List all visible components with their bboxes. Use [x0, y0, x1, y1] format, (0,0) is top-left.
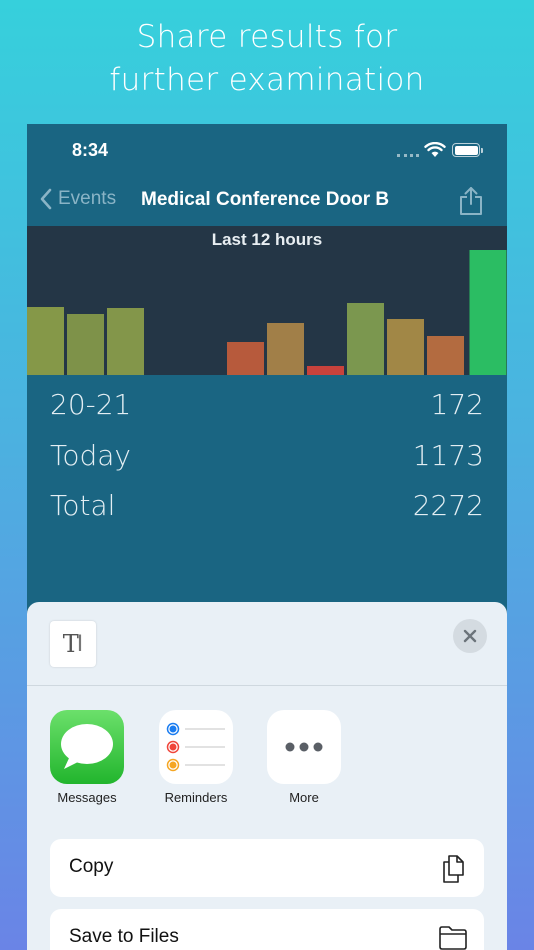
copy-icon	[443, 855, 464, 883]
promo-headline: Share results for further examination	[0, 16, 534, 102]
phone-screen: 8:34 Events Medical Conference Door B La…	[27, 124, 507, 950]
navigation-bar: Events Medical Conference Door B	[27, 176, 507, 226]
page-title: Medical Conference Door B	[141, 189, 390, 210]
back-button[interactable]: Events	[40, 188, 116, 210]
share-sheet: TI Messages Reminders More Copy Save to …	[27, 602, 507, 950]
app-label: More	[289, 790, 319, 805]
chart-bar	[267, 323, 304, 375]
stat-label: Today	[50, 438, 131, 472]
chart-bar	[67, 314, 104, 375]
share-sheet-header: TI	[27, 602, 507, 686]
chart-bar	[307, 366, 344, 375]
back-label: Events	[58, 188, 117, 209]
share-app-more[interactable]: More	[254, 710, 354, 805]
action-label: Copy	[69, 856, 114, 877]
reminders-icon	[159, 710, 233, 784]
status-bar: 8:34	[27, 124, 507, 176]
promo-line-2: further examination	[109, 62, 425, 98]
text-document-icon: TI	[50, 621, 96, 667]
app-label: Reminders	[164, 790, 228, 805]
share-icon[interactable]	[458, 186, 484, 216]
stat-row-today: Today 1173	[50, 433, 484, 477]
share-app-messages[interactable]: Messages	[37, 710, 137, 805]
stat-value: 1173	[412, 438, 484, 472]
stat-value: 2272	[412, 488, 484, 522]
stat-row-hour: 20-21 172	[50, 382, 484, 426]
close-icon	[463, 629, 477, 643]
chart-bar	[107, 308, 144, 375]
status-time: 8:34	[72, 140, 109, 160]
chart-bar	[27, 307, 64, 375]
stat-value: 172	[430, 387, 484, 421]
action-label: Save to Files	[69, 926, 179, 947]
chart-bar	[387, 319, 424, 375]
messages-icon	[50, 710, 124, 784]
copy-action[interactable]: Copy	[50, 839, 484, 897]
close-button[interactable]	[453, 619, 487, 653]
share-app-row: Messages Reminders More	[27, 710, 507, 810]
save-to-files-action[interactable]: Save to Files	[50, 909, 484, 950]
chart-title: Last 12 hours	[211, 230, 323, 249]
stat-label: 20-21	[50, 387, 132, 421]
signal-dots-icon	[397, 154, 419, 157]
chart-bar	[469, 250, 507, 375]
more-icon	[267, 710, 341, 784]
stat-label: Total	[50, 488, 116, 522]
folder-icon	[439, 926, 467, 950]
chevron-left-icon	[40, 188, 52, 210]
wifi-icon	[424, 142, 446, 157]
battery-icon	[452, 143, 483, 157]
chart-bar	[347, 303, 384, 375]
chart-bar	[227, 342, 264, 375]
stat-row-total: Total 2272	[50, 483, 484, 527]
promo-line-1: Share results for	[136, 19, 398, 55]
chart-bar	[427, 336, 464, 375]
app-label: Messages	[57, 790, 117, 805]
hourly-bar-chart: Last 12 hours	[27, 226, 507, 375]
share-app-reminders[interactable]: Reminders	[146, 710, 246, 805]
